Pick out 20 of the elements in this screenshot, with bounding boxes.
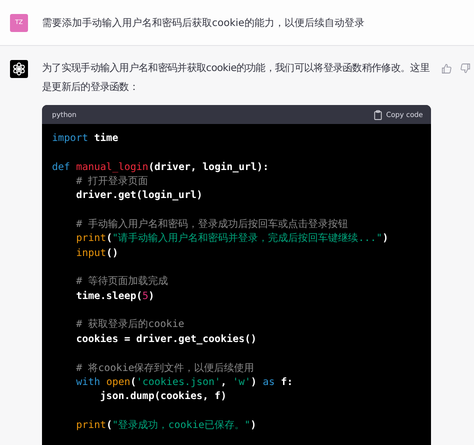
thumbs-down-icon[interactable]	[460, 63, 471, 74]
code-line: # 等待页面加载完成	[75, 275, 168, 290]
code-line: print("登录成功，cookie已保存。")	[75, 418, 256, 433]
code-line: with open('cookies.json', 'w') as f:	[75, 376, 293, 390]
code-line: time.sleep(5)	[75, 290, 154, 304]
code-line: # 打开登录页面	[75, 175, 148, 190]
user-message: 需要添加手动输入用户名和密码后获取cookie的能力，以便后续自动登录	[42, 16, 364, 30]
assistant-message: 为了实现手动输入用户名和密码并获取cookie的功能，我们可以将登录函数稍作修改。这里是更新后的登录函数：	[42, 62, 430, 95]
code-line: print("请手动输入用户名和密码并登录，完成后按回车键继续...")	[75, 232, 388, 246]
code-line: import time	[52, 132, 118, 146]
code-line: # 手动输入用户名和密码，登录成功后按回车或点击登录按钮	[75, 218, 348, 232]
thumbs-up-icon[interactable]	[441, 63, 452, 74]
code-line: input()	[75, 246, 118, 261]
code-line: # 将cookie保存到文件，以便后续使用	[75, 362, 254, 376]
clipboard-icon	[373, 110, 384, 120]
code-line: def manual_login(driver, login_url):	[52, 160, 269, 175]
code-line: json.dump(cookies, f)	[99, 390, 227, 404]
code-line: cookies = driver.get_cookies()	[75, 332, 257, 347]
code-line: # 获取登录后的cookie	[75, 318, 184, 332]
code-line: driver.get(login_url)	[75, 189, 203, 204]
